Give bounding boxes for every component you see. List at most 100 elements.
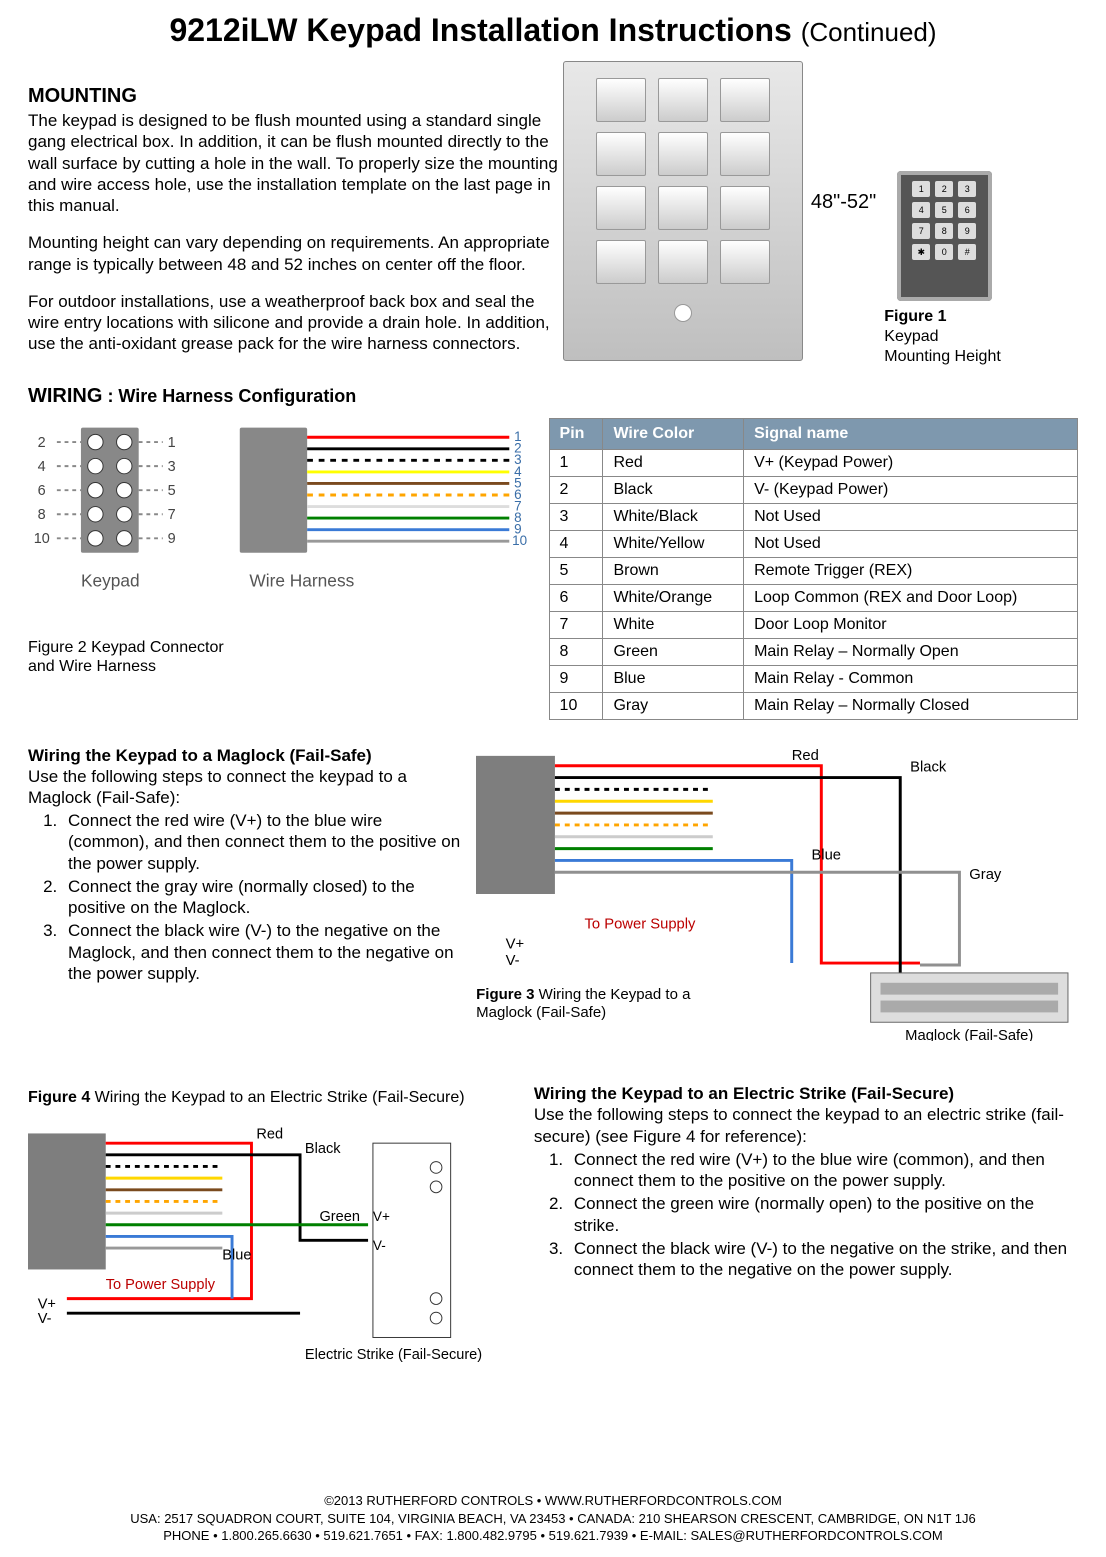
strike-intro: Use the following steps to connect the k… (534, 1104, 1078, 1147)
list-item: Connect the black wire (V-) to the negat… (62, 920, 462, 984)
svg-text:V-: V- (373, 1238, 386, 1253)
list-item: Connect the gray wire (normally closed) … (62, 876, 462, 919)
svg-text:Gray: Gray (969, 867, 1002, 883)
pinout-table: Pin Wire Color Signal name 1RedV+ (Keypa… (549, 418, 1078, 720)
table-cell: V+ (Keypad Power) (744, 449, 1078, 476)
strike-heading: Wiring the Keypad to an Electric Strike … (534, 1084, 1078, 1104)
table-cell: Remote Trigger (REX) (744, 557, 1078, 584)
table-cell: 2 (549, 476, 603, 503)
table-cell: 6 (549, 584, 603, 611)
svg-text:2: 2 (38, 434, 46, 450)
table-row: 9BlueMain Relay - Common (549, 665, 1077, 692)
svg-text:V-: V- (506, 953, 520, 969)
table-cell: 3 (549, 503, 603, 530)
table-cell: Brown (603, 557, 744, 584)
svg-text:Black: Black (910, 759, 947, 775)
table-cell: 9 (549, 665, 603, 692)
table-cell: White/Black (603, 503, 744, 530)
fig4-svg: Red Black Green Blue V+ V- To Power Supp… (28, 1114, 514, 1367)
table-cell: 10 (549, 692, 603, 719)
svg-text:Red: Red (792, 747, 819, 763)
wiring-heading-main: WIRING (28, 385, 102, 407)
svg-text:7: 7 (168, 507, 176, 523)
mounting-p2: Mounting height can vary depending on re… (28, 232, 563, 275)
wiring-heading-sub: : Wire Harness Configuration (102, 386, 356, 406)
table-row: 3White/BlackNot Used (549, 503, 1077, 530)
figure-4: Figure 4 Wiring the Keypad to an Electri… (28, 1084, 514, 1371)
table-row: 5BrownRemote Trigger (REX) (549, 557, 1077, 584)
maglock-steps: Connect the red wire (V+) to the blue wi… (62, 810, 462, 984)
table-row: 8GreenMain Relay – Normally Open (549, 638, 1077, 665)
svg-text:Blue: Blue (222, 1247, 251, 1263)
svg-text:Black: Black (305, 1141, 341, 1157)
svg-text:V+: V+ (373, 1209, 390, 1224)
mounting-p3: For outdoor installations, use a weather… (28, 291, 563, 355)
table-cell: 1 (549, 449, 603, 476)
figure-2: 21 43 65 87 109 Keypad (28, 418, 529, 677)
fig4-caption-rest: Wiring the Keypad to an Electric Strike … (90, 1089, 464, 1106)
mounting-p1: The keypad is designed to be flush mount… (28, 110, 563, 216)
svg-text:Blue: Blue (812, 847, 842, 863)
list-item: Connect the green wire (normally open) t… (568, 1193, 1078, 1236)
keypad-small-icon: 123 456 789 ✱0# (897, 171, 992, 301)
list-item: Connect the red wire (V+) to the blue wi… (62, 810, 462, 874)
table-cell: Not Used (744, 503, 1078, 530)
table-cell: Door Loop Monitor (744, 611, 1078, 638)
table-cell: Blue (603, 665, 744, 692)
harness-label: Wire Harness (249, 570, 354, 590)
table-cell: Loop Common (REX and Door Loop) (744, 584, 1078, 611)
keypad-large-illustration (563, 61, 803, 361)
maglock-heading: Wiring the Keypad to a Maglock (Fail-Saf… (28, 746, 462, 766)
figure-3: Red Black Blue Gray To Power Supply V+ V… (476, 746, 1078, 1063)
keypad-label: Keypad (81, 570, 140, 590)
svg-text:To Power Supply: To Power Supply (585, 916, 697, 932)
svg-text:V+: V+ (506, 936, 524, 952)
fig1-caption-bold: Figure 1 (884, 308, 946, 325)
footer-l1: ©2013 RUTHERFORD CONTROLS • WWW.RUTHERFO… (0, 1492, 1106, 1510)
svg-text:1: 1 (168, 434, 176, 450)
figure-1: 48"-52" 123 456 789 ✱0# Figure 1 Keypad … (563, 57, 1078, 367)
table-cell: Not Used (744, 530, 1078, 557)
table-cell: White/Yellow (603, 530, 744, 557)
svg-text:10: 10 (34, 531, 50, 547)
svg-text:6: 6 (38, 483, 46, 499)
svg-text:Red: Red (256, 1126, 283, 1142)
footer-l2: USA: 2517 SQUADRON COURT, SUITE 104, VIR… (0, 1510, 1106, 1528)
svg-text:10: 10 (512, 533, 527, 548)
svg-text:4: 4 (38, 458, 46, 474)
maglock-intro: Use the following steps to connect the k… (28, 766, 462, 809)
table-cell: 4 (549, 530, 603, 557)
table-cell: Main Relay – Normally Closed (744, 692, 1078, 719)
table-cell: Main Relay – Normally Open (744, 638, 1078, 665)
title-continued: (Continued) (801, 17, 937, 47)
table-cell: Green (603, 638, 744, 665)
footer-l3: PHONE • 1.800.265.6630 • 519.621.7651 • … (0, 1527, 1106, 1545)
wiring-heading: WIRING : Wire Harness Configuration (28, 385, 1078, 408)
th-color: Wire Color (603, 418, 744, 449)
list-item: Connect the red wire (V+) to the blue wi… (568, 1149, 1078, 1192)
svg-text:Electric Strike (Fail-Secure): Electric Strike (Fail-Secure) (305, 1347, 482, 1363)
mounting-heading: MOUNTING (28, 85, 563, 108)
table-cell: Black (603, 476, 744, 503)
svg-text:Maglock (Fail-Safe): Maglock (Fail-Safe) (905, 1028, 1033, 1042)
fig4-caption: Figure 4 Wiring the Keypad to an Electri… (28, 1088, 514, 1107)
table-cell: White (603, 611, 744, 638)
connector-svg: 21 43 65 87 109 Keypad (28, 418, 529, 630)
footer: ©2013 RUTHERFORD CONTROLS • WWW.RUTHERFO… (0, 1492, 1106, 1545)
th-pin: Pin (549, 418, 603, 449)
fig4-caption-bold: Figure 4 (28, 1089, 90, 1106)
fig3-caption-bold: Figure 3 (476, 986, 534, 1003)
table-row: 7WhiteDoor Loop Monitor (549, 611, 1077, 638)
fig2-caption: Figure 2 Keypad Connector and Wire Harne… (28, 638, 228, 676)
svg-text:V+: V+ (38, 1296, 56, 1312)
strike-steps: Connect the red wire (V+) to the blue wi… (568, 1149, 1078, 1281)
table-cell: 7 (549, 611, 603, 638)
table-row: 1RedV+ (Keypad Power) (549, 449, 1077, 476)
svg-text:8: 8 (38, 507, 46, 523)
table-row: 4White/YellowNot Used (549, 530, 1077, 557)
svg-text:3: 3 (168, 458, 176, 474)
table-cell: Gray (603, 692, 744, 719)
table-cell: Main Relay - Common (744, 665, 1078, 692)
page-title: 9212iLW Keypad Installation Instructions… (0, 0, 1106, 57)
list-item: Connect the black wire (V-) to the negat… (568, 1238, 1078, 1281)
